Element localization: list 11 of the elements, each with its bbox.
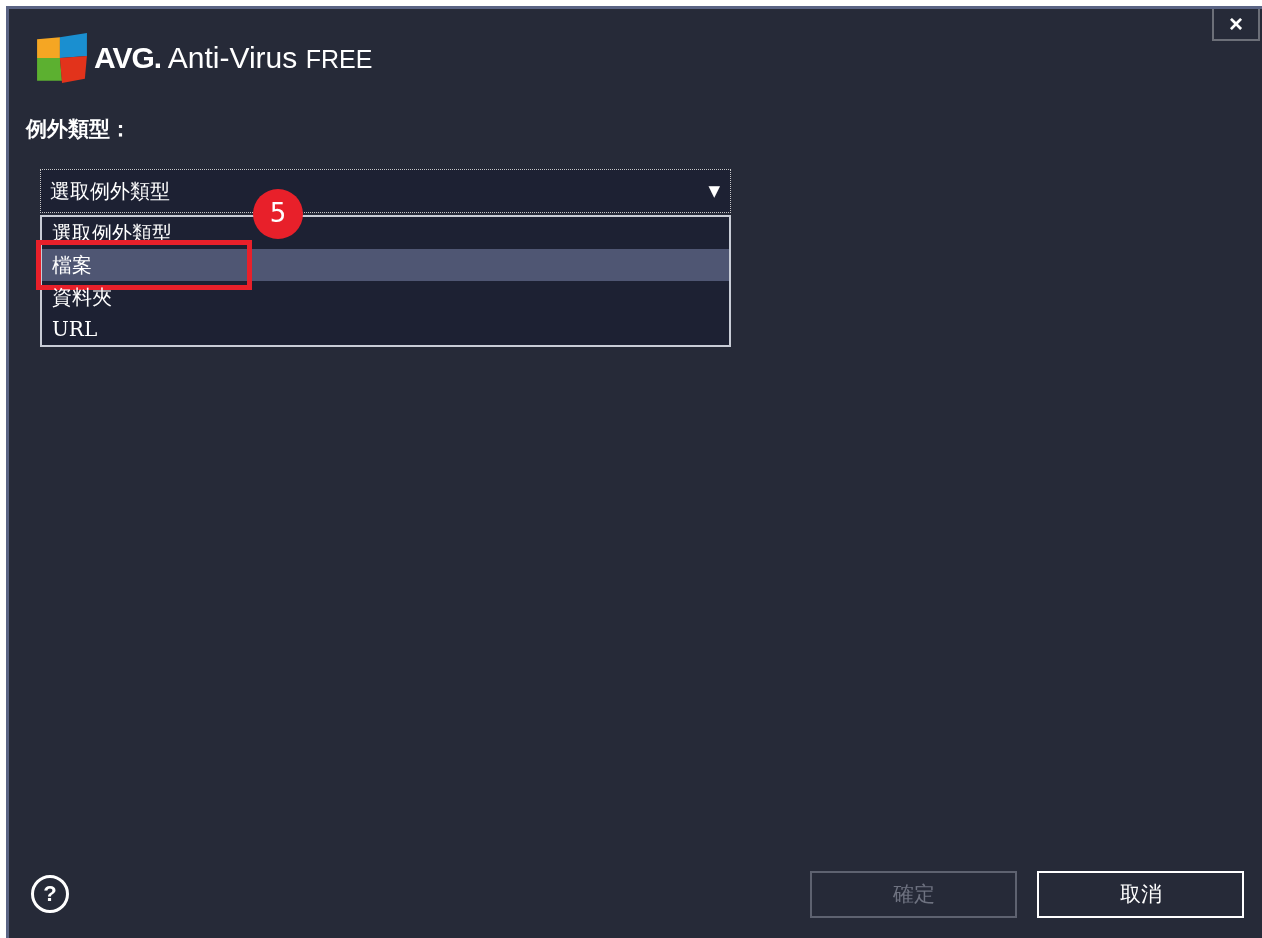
close-button[interactable]: × — [1212, 9, 1260, 41]
dropdown-value: 選取例外類型 — [50, 177, 170, 205]
dropdown-option[interactable]: URL — [42, 313, 729, 345]
field-label: 例外類型： — [26, 116, 132, 143]
dropdown-option[interactable]: 資料夾 — [42, 281, 729, 313]
app-title: AVG. Anti-Virus FREE — [94, 41, 373, 75]
logo-icon — [35, 31, 89, 85]
caret-icon: ▼ — [708, 182, 720, 200]
dialog-button[interactable]: 取消 — [1037, 870, 1244, 918]
dropdown-option[interactable]: 檔案 — [42, 249, 729, 281]
help-button[interactable]: ? — [31, 875, 69, 913]
